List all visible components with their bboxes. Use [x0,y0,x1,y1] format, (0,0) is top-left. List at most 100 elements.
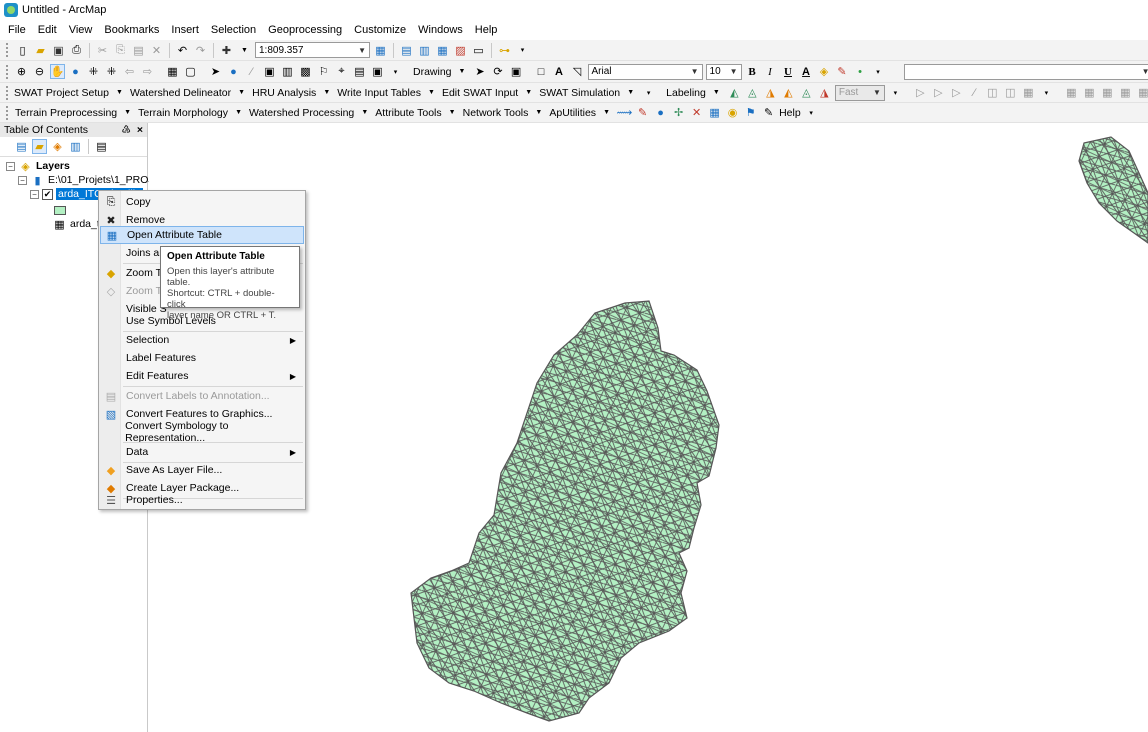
save-icon[interactable]: ▣ [51,43,66,58]
reshape-icon[interactable]: ◫ [1003,85,1018,100]
pencil-icon[interactable]: ✎ [761,105,776,120]
toolbar-grip[interactable] [6,43,9,57]
paste-icon[interactable]: ▤ [131,43,146,58]
select-elements-icon[interactable]: ➤ [473,64,488,79]
toolbar-options-icon[interactable]: ▾ [388,64,403,79]
menu-windows[interactable]: Windows [418,24,463,36]
drawing-menu[interactable]: Drawing [413,66,452,78]
menu-item-convert-labels-to-annotation[interactable]: ▤ Convert Labels to Annotation... [100,387,304,405]
fixed-zoom-in-icon[interactable]: ⁜ [86,64,101,79]
menu-view[interactable]: View [69,24,93,36]
folder-row[interactable]: − ▮ E:\01_Projets\1_PROJE [18,173,161,187]
chevron-down-icon[interactable]: ▼ [424,85,439,100]
time-slider-icon[interactable]: ▤ [352,64,367,79]
chevron-down-icon[interactable]: ▼ [319,85,334,100]
options-icon[interactable]: ▤ [94,139,109,154]
map-scale-combo[interactable]: 1:809.357 ▼ [255,42,370,58]
toolbar-options-icon[interactable]: ▾ [515,43,530,58]
edit-swat-input-menu[interactable]: Edit SWAT Input [442,87,518,99]
toolbar-options-icon[interactable]: ▾ [871,64,886,79]
swat-project-setup-menu[interactable]: SWAT Project Setup [14,87,109,99]
aputilities-menu[interactable]: ApUtilities [549,107,596,119]
layers-row[interactable]: − ◈ Layers [6,159,70,173]
identify-icon[interactable]: ● [226,64,241,79]
clear-selection-icon[interactable]: ▢ [183,64,198,79]
flow-path-icon[interactable]: ⟿ [617,105,633,120]
menu-item-properties[interactable]: ☰ Properties... [100,491,304,509]
chevron-down-icon[interactable]: ▼ [521,85,536,100]
chevron-down-icon[interactable]: ▼ [599,105,614,120]
line-tool-icon[interactable]: ∕ [967,85,982,100]
find-icon[interactable]: ▩ [298,64,313,79]
full-extent-icon[interactable]: ● [68,64,83,79]
toolbar-grip[interactable] [6,64,8,79]
watershed-polygons[interactable] [410,136,1148,722]
toolbar-grip[interactable] [6,105,9,120]
swat-simulation-menu[interactable]: SWAT Simulation [539,87,620,99]
menu-insert[interactable]: Insert [171,24,199,36]
fixed-zoom-out-icon[interactable]: ⁜ [104,64,119,79]
menu-file[interactable]: File [8,24,26,36]
georef-icon[interactable]: ▦ [1118,85,1133,100]
redo-icon[interactable]: ↷ [193,43,208,58]
back-arrow-icon[interactable]: ⇦ [122,64,137,79]
zoom-out-icon[interactable]: ⊖ [32,64,47,79]
menu-item-data[interactable]: Data ▶ [100,443,304,461]
measure-icon[interactable]: ▥ [280,64,295,79]
select-features-icon[interactable]: ▦ [165,64,180,79]
menu-item-edit-features[interactable]: Edit Features ▶ [100,367,304,385]
font-combo[interactable]: Arial ▼ [587,63,703,80]
forward-arrow-icon[interactable]: ⇨ [140,64,155,79]
menu-item-convert-symbology-to-representation[interactable]: Convert Symbology to Representation... [100,420,304,444]
view-unplaced-labels-icon[interactable]: ◮ [817,85,832,100]
attribute-tools-menu[interactable]: Attribute Tools [375,107,441,119]
find-route-icon[interactable]: ⚐ [316,64,331,79]
write-input-tables-menu[interactable]: Write Input Tables [337,87,421,99]
chevron-down-icon[interactable]: ▼ [445,105,460,120]
menu-item-copy[interactable]: ⎘ Copy [100,193,304,211]
copy-icon[interactable]: ⎘ [113,43,128,58]
chevron-down-icon[interactable]: ▼ [531,105,546,120]
editor-toolbar-icon[interactable]: ▦ [373,43,388,58]
georef-icon[interactable]: ▦ [1136,85,1148,100]
toolbar-grip[interactable] [6,85,8,100]
menu-geoprocessing[interactable]: Geoprocessing [268,24,342,36]
menu-bookmarks[interactable]: Bookmarks [104,24,159,36]
chevron-down-icon[interactable]: ▼ [623,85,638,100]
chevron-down-icon[interactable]: ▼ [112,85,127,100]
rotate-icon[interactable]: ⟳ [491,64,506,79]
menu-edit[interactable]: Edit [38,24,57,36]
menu-help[interactable]: Help [475,24,498,36]
hyperlink-icon[interactable]: ▣ [262,64,277,79]
trace-icon[interactable]: ✢ [671,105,686,120]
undo-icon[interactable]: ↶ [175,43,190,58]
open-icon[interactable]: ▰ [33,43,48,58]
arc-hydro-help-menu[interactable]: Help [779,107,801,119]
add-data-icon[interactable]: ✚ [219,43,234,58]
toolbar-options-icon[interactable]: ▾ [641,85,656,100]
menu-item-open-attribute-table[interactable]: ▦ Open Attribute Table [100,226,304,244]
label-manager-icon[interactable]: ◭ [727,85,742,100]
fill-color-icon[interactable]: ◈ [817,64,832,79]
menu-item-save-as-layer-file[interactable]: ◆ Save As Layer File... [100,461,304,479]
layer-visibility-checkbox[interactable]: ✔ [42,188,53,200]
label-priority-icon[interactable]: ◬ [745,85,760,100]
menu-item-label-features[interactable]: Label Features [100,349,304,367]
select-elements-icon[interactable]: ➤ [208,64,223,79]
new-text-icon[interactable]: A [552,64,567,79]
attributes-icon[interactable]: ▦ [1021,85,1036,100]
font-size-combo[interactable]: 10 ▼ [705,63,742,80]
close-icon[interactable]: × [137,124,143,136]
terrain-preprocessing-menu[interactable]: Terrain Preprocessing [15,107,117,119]
arctoolbox-icon[interactable]: ▨ [453,43,468,58]
list-by-visibility-icon[interactable]: ◈ [50,139,65,154]
chevron-down-icon[interactable]: ▼ [234,85,249,100]
label-weight-icon[interactable]: ◮ [763,85,778,100]
viewer-window-icon[interactable]: ▣ [370,64,385,79]
batch-point-icon[interactable]: ● [653,105,668,120]
model-builder-icon[interactable]: ⊶ [497,43,512,58]
edit-vertices-icon[interactable]: ▷ [913,85,928,100]
collapse-icon[interactable]: − [6,161,15,171]
chevron-down-icon[interactable]: ▼ [120,105,135,120]
empty-combo[interactable]: ▼ [903,63,1148,80]
